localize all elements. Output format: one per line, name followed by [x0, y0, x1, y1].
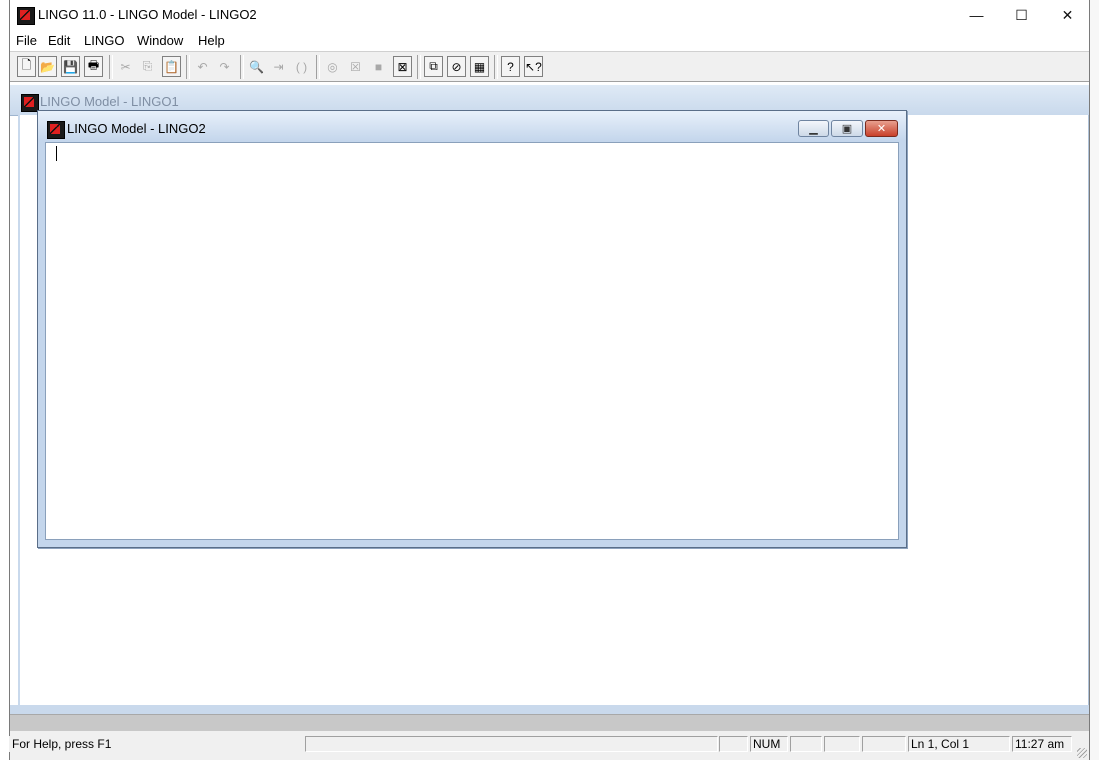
find-icon[interactable]: 🔍 — [247, 56, 266, 77]
toolbar-separator — [494, 55, 498, 79]
toolbar-separator — [316, 55, 320, 79]
match-paren-icon[interactable]: ( ) — [292, 56, 311, 77]
lingo2-window: LINGO Model - LINGO2 ▁ ▣ ✕ — [37, 110, 907, 548]
child-restore-button[interactable]: ▣ — [831, 120, 863, 137]
mdi-bottom-strip — [10, 714, 1089, 732]
status-help-text: For Help, press F1 — [9, 736, 303, 752]
lingo2-title-bar[interactable]: LINGO Model - LINGO2 ▁ ▣ ✕ — [38, 111, 906, 141]
cut-icon[interactable]: ✂ — [116, 56, 135, 77]
lingo-app-icon[interactable] — [17, 7, 35, 25]
send-to-back-icon[interactable]: ⊘ — [447, 56, 466, 77]
options-icon[interactable]: ▦ — [470, 56, 489, 77]
help-topics-icon[interactable]: ? — [501, 56, 520, 77]
status-pane-caps — [719, 736, 748, 752]
menu-edit[interactable]: Edit — [48, 33, 70, 48]
status-position: Ln 1, Col 1 — [908, 736, 1010, 752]
save-icon[interactable]: 💾 — [61, 56, 80, 77]
menu-help[interactable]: Help — [198, 33, 225, 48]
redo-icon[interactable]: ↷ — [215, 56, 234, 77]
resize-grip[interactable] — [1077, 748, 1087, 758]
goto-line-icon[interactable]: ⇥ — [269, 56, 288, 77]
close-button[interactable]: ✕ — [1045, 0, 1090, 30]
child-minimize-button[interactable]: ▁ — [798, 120, 829, 137]
solve-icon[interactable]: ◎ — [323, 56, 342, 77]
paste-icon[interactable]: 📋 — [162, 56, 181, 77]
status-pane-empty-3 — [862, 736, 906, 752]
toolbar-separator — [417, 55, 421, 79]
status-num: NUM — [750, 736, 788, 752]
new-icon[interactable]: 🗋 — [17, 56, 36, 77]
status-time: 11:27 am — [1012, 736, 1072, 752]
toolbar-separator — [186, 55, 190, 79]
minimize-button[interactable]: — — [954, 0, 999, 30]
lingo2-title: LINGO Model - LINGO2 — [67, 121, 206, 136]
title-bar: LINGO 11.0 - LINGO Model - LINGO2 — ☐ ✕ — [10, 0, 1089, 30]
maximize-button[interactable]: ☐ — [999, 0, 1044, 30]
status-pane-empty-2 — [824, 736, 860, 752]
window-title: LINGO 11.0 - LINGO Model - LINGO2 — [38, 7, 257, 22]
menu-lingo[interactable]: LINGO — [84, 33, 124, 48]
tile-icon[interactable]: ⧉ — [424, 56, 443, 77]
text-caret — [56, 146, 57, 161]
lingo-application-window: LINGO 11.0 - LINGO Model - LINGO2 — ☐ ✕ … — [9, 0, 1090, 760]
toolbar: 🗋 📂 💾 🖶 ✂ ⎘ 📋 ↶ ↷ 🔍 ⇥ ( ) ◎ ☒ ■ ⊠ ⧉ ⊘ ▦ … — [10, 51, 1089, 82]
print-icon[interactable]: 🖶 — [84, 56, 103, 77]
solution-icon[interactable]: ☒ — [346, 56, 365, 77]
toolbar-separator — [109, 55, 113, 79]
menu-window[interactable]: Window — [137, 33, 183, 48]
background-right-edge — [1089, 0, 1099, 760]
toolbar-separator — [240, 55, 244, 79]
model-editor[interactable] — [45, 142, 899, 540]
menu-bar: File Edit LINGO Window Help — [10, 30, 1089, 51]
lingo2-window-icon[interactable] — [47, 121, 65, 139]
child-close-button[interactable]: ✕ — [865, 120, 898, 137]
undo-icon[interactable]: ↶ — [193, 56, 212, 77]
status-bar: For Help, press F1 NUM Ln 1, Col 1 11:27… — [9, 731, 1089, 760]
status-pane-empty — [305, 736, 718, 752]
menu-file[interactable]: File — [16, 33, 37, 48]
lingo1-bottom-border — [10, 705, 1089, 714]
close-all-icon[interactable]: ⊠ — [393, 56, 412, 77]
open-icon[interactable]: 📂 — [38, 56, 57, 77]
stop-icon[interactable]: ■ — [369, 56, 388, 77]
status-pane-scroll — [790, 736, 822, 752]
copy-icon[interactable]: ⎘ — [138, 56, 157, 77]
lingo1-title: LINGO Model - LINGO1 — [40, 94, 179, 109]
context-help-icon[interactable]: ↖? — [524, 56, 543, 77]
